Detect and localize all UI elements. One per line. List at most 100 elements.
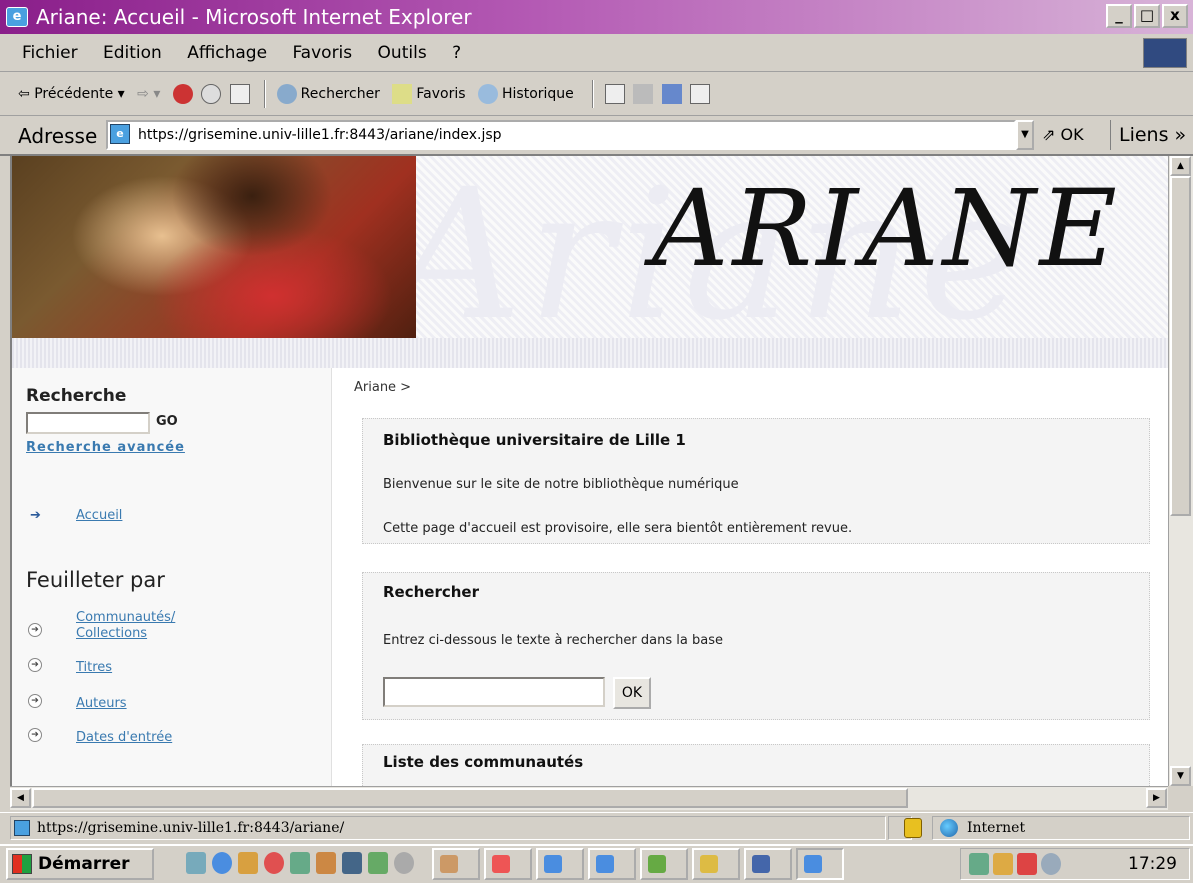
library-box: Bibliothèque universitaire de Lille 1 Bi… [362, 418, 1150, 544]
taskbar-window-button[interactable] [640, 848, 688, 880]
search-label: Rechercher [300, 86, 380, 102]
tray-app-icon[interactable] [1041, 853, 1061, 875]
taskbar-window-button[interactable] [692, 848, 740, 880]
windows-flag-icon [12, 854, 32, 874]
home-icon[interactable] [229, 84, 250, 104]
sidebar-search-input[interactable] [26, 412, 150, 434]
quicklaunch-ie-icon[interactable] [212, 852, 232, 874]
sidebar-go-button[interactable]: GO [156, 414, 178, 429]
menu-affichage[interactable]: Affichage [187, 43, 267, 63]
go-label: OK [1060, 125, 1084, 144]
browse-link-collections[interactable]: Communautés/ Collections [76, 610, 236, 642]
banner-painting [12, 156, 416, 338]
browse-title: Feuilleter par [26, 568, 165, 592]
quicklaunch-outlook-icon[interactable] [238, 852, 258, 874]
taskbar-active-window-button[interactable] [796, 848, 844, 880]
history-button[interactable]: Historique [478, 72, 574, 116]
menu-edition[interactable]: Edition [103, 43, 162, 63]
toolbar-separator [264, 80, 267, 108]
back-button[interactable]: ⇦ Précédente ▾ [18, 72, 125, 116]
stop-icon[interactable] [172, 84, 193, 104]
menu-favoris[interactable]: Favoris [292, 43, 352, 63]
quicklaunch-app-icon[interactable] [342, 852, 362, 874]
scroll-right-arrow-icon[interactable]: ▶ [1146, 788, 1167, 808]
page-viewport: Ariane ARIANE Recherche GO Recherche ava… [10, 156, 1168, 786]
minimize-button[interactable]: _ [1106, 4, 1132, 28]
circle-arrow-icon: ➔ [28, 728, 42, 742]
go-arrow-icon: ⇗ [1042, 125, 1061, 144]
edit-icon[interactable] [661, 84, 682, 104]
main-search-ok-button[interactable]: OK [613, 677, 651, 709]
forward-button[interactable]: ⇨ ▾ [137, 72, 160, 116]
taskbar-clock[interactable]: 17:29 [1128, 848, 1177, 880]
discuss-icon[interactable] [690, 84, 711, 104]
quicklaunch-app-icon[interactable] [394, 852, 414, 874]
history-icon [478, 84, 498, 104]
ie-logo-icon[interactable]: e [6, 7, 28, 27]
browse-link-titles[interactable]: Titres [76, 660, 112, 676]
quicklaunch-app-icon[interactable] [290, 852, 310, 874]
taskbar-window-button[interactable] [744, 848, 792, 880]
circle-arrow-icon: ➔ [28, 623, 42, 637]
advanced-search-link[interactable]: Recherche avancée [26, 440, 185, 455]
menu-fichier[interactable]: Fichier [22, 43, 78, 63]
taskbar-window-button[interactable] [432, 848, 480, 880]
communities-box: Liste des communautés [362, 744, 1150, 786]
history-label: Historique [502, 86, 574, 102]
breadcrumb[interactable]: Ariane > [354, 380, 411, 395]
security-zone[interactable]: Internet [932, 816, 1190, 840]
back-label: Précédente [34, 86, 114, 102]
close-button[interactable]: x [1162, 4, 1188, 28]
vertical-scroll-thumb[interactable] [1170, 176, 1191, 516]
chevron-right-icon: » [1174, 124, 1187, 146]
tray-network-icon[interactable] [969, 853, 989, 875]
horizontal-scroll-thumb[interactable] [32, 788, 908, 808]
arrow-right-icon: ➔ [30, 508, 41, 523]
menu-outils[interactable]: Outils [378, 43, 427, 63]
tray-app-icon[interactable] [993, 853, 1013, 875]
taskbar-window-button[interactable] [588, 848, 636, 880]
address-dropdown-button[interactable]: ▼ [1016, 120, 1034, 150]
search-icon [276, 84, 297, 104]
links-button[interactable]: Liens » [1110, 120, 1186, 150]
lock-icon[interactable] [904, 818, 922, 838]
mail-icon[interactable] [604, 84, 625, 104]
taskbar-window-button[interactable] [536, 848, 584, 880]
taskbar-window-button[interactable] [484, 848, 532, 880]
status-url: https://grisemine.univ-lille1.fr:8443/ar… [10, 816, 886, 840]
circle-arrow-icon: ➔ [28, 694, 42, 708]
menu-bar: Fichier Edition Affichage Favoris Outils… [0, 34, 1193, 72]
title-bar: Ariane: Accueil - Microsoft Internet Exp… [0, 0, 1193, 34]
quicklaunch-app-icon[interactable] [368, 852, 388, 874]
browse-link-authors[interactable]: Auteurs [76, 696, 127, 712]
quicklaunch-desktop-icon[interactable] [186, 852, 206, 874]
windows-logo-icon [1143, 38, 1187, 68]
address-input[interactable]: https://grisemine.univ-lille1.fr:8443/ar… [106, 120, 1016, 150]
library-box-title: Bibliothèque universitaire de Lille 1 [383, 431, 686, 449]
print-icon[interactable] [633, 84, 654, 104]
maximize-button[interactable]: □ [1134, 4, 1160, 28]
main-search-input[interactable] [383, 677, 605, 707]
scroll-down-arrow-icon[interactable]: ▼ [1170, 766, 1191, 786]
library-welcome-text: Bienvenue sur le site de notre bibliothè… [383, 477, 739, 492]
scroll-left-arrow-icon[interactable]: ◀ [10, 788, 31, 808]
sidebar: Recherche GO Recherche avancée ➔ Accueil… [12, 368, 332, 786]
refresh-icon[interactable] [201, 84, 222, 104]
browse-link-dates[interactable]: Dates d'entrée [76, 730, 172, 746]
favorites-label: Favoris [416, 86, 466, 102]
quicklaunch-app-icon[interactable] [264, 852, 284, 874]
quicklaunch-app-icon[interactable] [316, 852, 336, 874]
search-button[interactable]: Rechercher [276, 72, 380, 116]
scroll-up-arrow-icon[interactable]: ▲ [1170, 156, 1191, 176]
go-button[interactable]: ⇗ OK [1042, 120, 1084, 150]
menu-help[interactable]: ? [452, 43, 461, 63]
favorites-icon [392, 84, 413, 104]
communities-box-title: Liste des communautés [383, 753, 584, 771]
home-link[interactable]: Accueil [76, 508, 122, 523]
search-box-hint: Entrez ci-dessous le texte à rechercher … [383, 633, 723, 648]
favorites-button[interactable]: Favoris [392, 72, 466, 116]
tray-app-icon[interactable] [1017, 853, 1037, 875]
search-box: Rechercher Entrez ci-dessous le texte à … [362, 572, 1150, 720]
globe-icon [940, 819, 958, 837]
window-title: Ariane: Accueil - Microsoft Internet Exp… [36, 5, 472, 29]
